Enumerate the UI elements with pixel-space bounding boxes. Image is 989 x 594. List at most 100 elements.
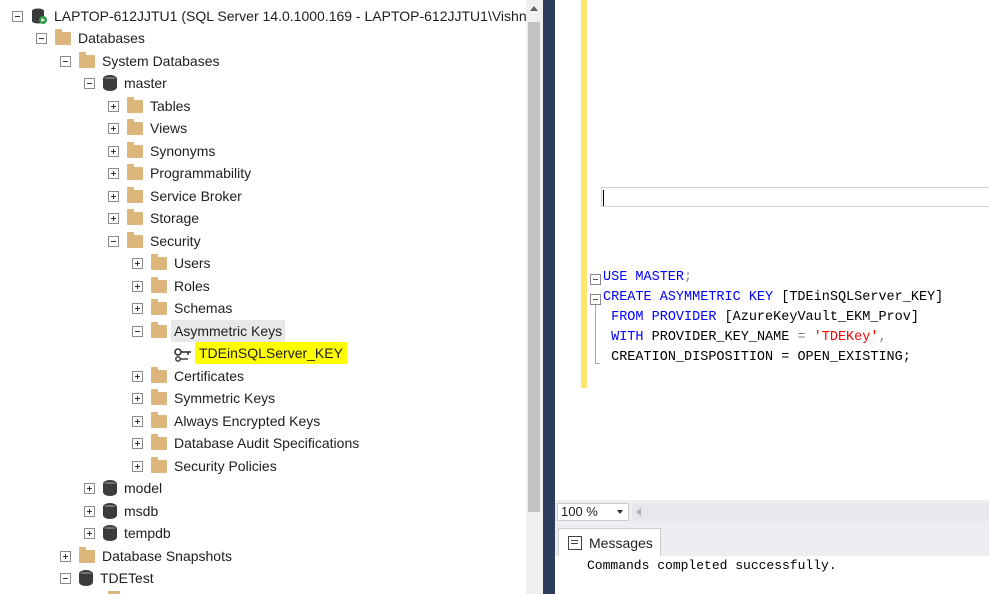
- folder-icon: [79, 546, 95, 563]
- code-operator: =: [797, 330, 814, 345]
- chevron-down-icon[interactable]: [617, 510, 623, 514]
- node-label: Asymmetric Keys: [171, 320, 286, 342]
- expand-toggle[interactable]: [132, 280, 143, 292]
- folder-icon: [151, 411, 167, 428]
- tree-node-users[interactable]: Users: [132, 252, 211, 274]
- expand-toggle[interactable]: [132, 257, 143, 269]
- tree-node-audit-specs[interactable]: Database Audit Specifications: [132, 432, 359, 454]
- folder-icon: [151, 388, 167, 405]
- expand-toggle[interactable]: [108, 212, 119, 224]
- expand-toggle[interactable]: [108, 100, 119, 112]
- folder-icon: [127, 163, 143, 180]
- collapse-toggle[interactable]: [12, 10, 23, 22]
- tree-node-tdetest[interactable]: TDETest: [60, 567, 154, 589]
- collapse-toggle[interactable]: [132, 325, 143, 337]
- tree-node-server[interactable]: LAPTOP-612JJTU1 (SQL Server 14.0.1000.16…: [12, 5, 526, 27]
- pane-splitter[interactable]: [543, 0, 555, 594]
- expand-toggle[interactable]: [132, 302, 143, 314]
- expand-toggle[interactable]: [108, 145, 119, 157]
- folder-icon: [55, 28, 71, 45]
- code-string: 'TDEKey': [813, 330, 879, 345]
- zoom-dropdown[interactable]: 100 %: [557, 503, 629, 521]
- collapse-toggle[interactable]: [108, 235, 119, 247]
- expand-toggle[interactable]: [132, 460, 143, 472]
- tree-node-key-item[interactable]: TDEinSQLServer_KEY: [174, 342, 347, 364]
- tree-node-views[interactable]: Views: [108, 117, 187, 139]
- result-message: Commands completed successfully.: [587, 558, 837, 573]
- tree-node-schemas[interactable]: Schemas: [132, 297, 232, 319]
- tree-node-service-broker[interactable]: Service Broker: [108, 185, 242, 207]
- tab-messages[interactable]: Messages: [558, 528, 661, 556]
- expand-toggle[interactable]: [60, 550, 71, 562]
- tree-node-asymmetric-keys[interactable]: Asymmetric Keys: [132, 320, 286, 342]
- folder-icon: [79, 51, 95, 68]
- collapse-toggle[interactable]: [84, 77, 95, 89]
- collapse-toggle[interactable]: [60, 572, 71, 584]
- results-pane: Messages Commands completed successfully…: [555, 524, 989, 594]
- code-identifier: PROVIDER_KEY_NAME: [651, 330, 798, 345]
- node-label: model: [124, 480, 163, 496]
- collapse-toggle[interactable]: [36, 32, 47, 44]
- expand-toggle[interactable]: [132, 370, 143, 382]
- tree-node-tempdb[interactable]: tempdb: [84, 522, 171, 544]
- node-label: Users: [174, 255, 211, 271]
- node-label: Roles: [174, 278, 210, 294]
- tree-node-security[interactable]: Security: [108, 230, 201, 252]
- expand-toggle[interactable]: [108, 167, 119, 179]
- query-editor[interactable]: USE MASTER; CREATE ASYMMETRIC KEY [TDEin…: [555, 0, 989, 500]
- node-label: System Databases: [102, 53, 220, 69]
- collapse-toggle[interactable]: [60, 55, 71, 67]
- folder-icon: [151, 276, 167, 293]
- key-icon: [174, 346, 192, 362]
- tree-node-security-policies[interactable]: Security Policies: [132, 455, 277, 477]
- tree-node-symmetric-keys[interactable]: Symmetric Keys: [132, 387, 275, 409]
- tree-node-tables[interactable]: Tables: [108, 95, 190, 117]
- code-keyword: CREATE ASYMMETRIC KEY: [603, 290, 782, 305]
- results-tabstrip: Messages: [555, 524, 989, 556]
- change-tracking-bar: [581, 0, 587, 388]
- tree-node-system-databases[interactable]: System Databases: [60, 50, 220, 72]
- tree-node-databases[interactable]: Databases: [36, 27, 145, 49]
- scroll-up-icon[interactable]: [526, 0, 543, 17]
- object-explorer: LAPTOP-612JJTU1 (SQL Server 14.0.1000.16…: [0, 0, 526, 594]
- expand-toggle[interactable]: [108, 122, 119, 134]
- database-icon: [103, 75, 117, 91]
- zoom-value: 100 %: [561, 504, 598, 519]
- tree-node-programmability[interactable]: Programmability: [108, 162, 251, 184]
- node-label: Database Snapshots: [102, 548, 232, 564]
- expand-toggle[interactable]: [108, 190, 119, 202]
- scroll-left-icon[interactable]: [636, 508, 641, 516]
- tree-node-always-encrypted-keys[interactable]: Always Encrypted Keys: [132, 410, 320, 432]
- outline-guide: [595, 305, 596, 363]
- tree-node-database-snapshots[interactable]: Database Snapshots: [60, 545, 232, 567]
- tree-node-certificates[interactable]: Certificates: [132, 365, 244, 387]
- tree-node-model[interactable]: model: [84, 477, 162, 499]
- expand-toggle[interactable]: [132, 392, 143, 404]
- explorer-scrollbar[interactable]: [526, 0, 543, 594]
- expand-toggle[interactable]: [84, 527, 95, 539]
- tree-node-master[interactable]: master: [84, 72, 167, 94]
- node-label: master: [124, 75, 167, 91]
- server-label: LAPTOP-612JJTU1 (SQL Server 14.0.1000.16…: [54, 8, 526, 24]
- collapse-icon[interactable]: [590, 294, 601, 305]
- expand-toggle[interactable]: [132, 437, 143, 449]
- folder-icon: [127, 118, 143, 135]
- horizontal-scrollbar[interactable]: [632, 503, 989, 521]
- tree-node-storage[interactable]: Storage: [108, 207, 199, 229]
- expand-toggle[interactable]: [132, 415, 143, 427]
- code-keyword: USE MASTER: [603, 270, 685, 285]
- messages-icon: [568, 535, 582, 550]
- outline-guide-end: [595, 363, 600, 364]
- expand-toggle[interactable]: [84, 482, 95, 494]
- node-label: Security: [150, 233, 201, 249]
- tree-node-roles[interactable]: Roles: [132, 275, 210, 297]
- tree-node-synonyms[interactable]: Synonyms: [108, 140, 215, 162]
- tree-node-msdb[interactable]: msdb: [84, 500, 158, 522]
- node-label: TDETest: [100, 570, 154, 586]
- expand-toggle[interactable]: [84, 505, 95, 517]
- folder-icon: [127, 208, 143, 225]
- node-label: msdb: [124, 503, 159, 519]
- scrollbar-thumb[interactable]: [528, 22, 540, 512]
- server-icon: [31, 8, 47, 24]
- collapse-icon[interactable]: [590, 274, 601, 285]
